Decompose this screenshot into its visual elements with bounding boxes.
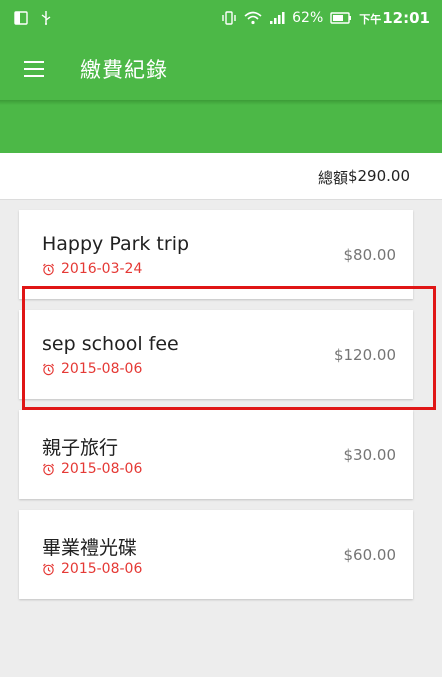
total-value: $290.00: [347, 167, 410, 185]
record-date: 2015-08-06: [42, 461, 142, 477]
record-amount: $120.00: [333, 346, 396, 364]
clock-time: 12:01: [382, 9, 430, 27]
header-extension: [0, 102, 442, 153]
vibrate-icon: [222, 11, 236, 25]
record-amount: $80.00: [343, 246, 397, 264]
screen-mirror-icon: [14, 10, 28, 25]
signal-icon: [270, 12, 285, 24]
alarm-clock-icon: [42, 463, 55, 475]
alarm-clock-icon: [42, 263, 55, 275]
app-bar: 繳費紀錄: [0, 38, 442, 102]
record-amount: $60.00: [343, 546, 397, 564]
record-card[interactable]: 親子旅行 2015-08-06 $30.00: [19, 410, 413, 499]
record-title: 畢業禮光碟: [42, 537, 138, 559]
battery-percent: 62%: [292, 10, 324, 26]
usb-icon: [41, 11, 51, 25]
battery-icon: [330, 12, 352, 24]
record-date-text: 2015-08-06: [61, 561, 143, 577]
page-title: 繳費紀錄: [80, 58, 168, 82]
total-summary: 總額 $290.00: [0, 153, 442, 200]
time-prefix: 下午: [359, 13, 382, 26]
app-bar-shadow: [0, 100, 442, 105]
record-title: sep school fee: [42, 333, 179, 355]
record-date: 2016-03-24: [42, 261, 142, 277]
total-label: 總額: [317, 169, 348, 187]
record-title: Happy Park trip: [42, 233, 190, 255]
record-date-text: 2015-08-06: [61, 361, 143, 377]
record-date-text: 2016-03-24: [61, 261, 143, 277]
alarm-clock-icon: [42, 363, 55, 375]
record-date-text: 2015-08-06: [61, 461, 143, 477]
record-card[interactable]: sep school fee 2015-08-06 $120.00: [19, 310, 413, 399]
status-bar: 62% 下午12:01: [0, 0, 442, 38]
alarm-clock-icon: [42, 563, 55, 575]
app-root: 62% 下午12:01 繳費紀錄 總額 $290.00 Happy Park t…: [0, 0, 442, 677]
record-date: 2015-08-06: [42, 361, 142, 377]
record-card[interactable]: 畢業禮光碟 2015-08-06 $60.00: [19, 510, 413, 599]
wifi-icon: [244, 11, 262, 25]
record-date: 2015-08-06: [42, 561, 142, 577]
record-card[interactable]: Happy Park trip 2016-03-24 $80.00: [19, 210, 413, 299]
record-title: 親子旅行: [42, 437, 119, 459]
record-amount: $30.00: [343, 446, 397, 464]
menu-icon[interactable]: [24, 61, 44, 77]
